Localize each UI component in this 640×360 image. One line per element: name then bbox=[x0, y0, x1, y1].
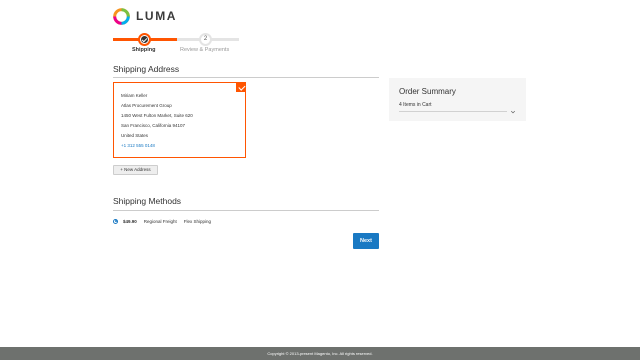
shipping-method-price: $49.90 bbox=[123, 218, 137, 224]
shipping-methods-title: Shipping Methods bbox=[113, 196, 182, 206]
header: LUMA bbox=[113, 6, 177, 26]
shipping-carrier-title: Flex Shipping bbox=[183, 218, 212, 224]
copyright-text: Copyright © 2013-present Magento, Inc. A… bbox=[267, 351, 373, 356]
order-summary-title: Order Summary bbox=[399, 87, 456, 96]
next-button[interactable]: Next bbox=[353, 233, 379, 249]
footer: Copyright © 2013-present Magento, Inc. A… bbox=[0, 347, 640, 360]
check-icon bbox=[236, 82, 246, 92]
new-address-button[interactable]: + New Address bbox=[113, 165, 158, 175]
check-icon bbox=[141, 36, 148, 43]
shipping-address-title: Shipping Address bbox=[113, 64, 180, 74]
address-company: Atlas Procurement Group bbox=[121, 103, 172, 108]
shipping-method-title: Regional Freight bbox=[143, 218, 177, 224]
address-name: Miriam Keller bbox=[121, 93, 148, 98]
step-review-label[interactable]: Review & Payments bbox=[180, 47, 229, 53]
divider bbox=[113, 210, 379, 211]
step-shipping-label: Shipping bbox=[132, 47, 156, 53]
chevron-down-icon[interactable] bbox=[510, 102, 516, 114]
shipping-method-row[interactable]: $49.90 Regional Freight Flex Shipping bbox=[113, 217, 211, 225]
items-in-cart-toggle[interactable]: 4 Items in Cart bbox=[399, 102, 432, 108]
divider bbox=[399, 111, 507, 112]
shipping-method-radio[interactable] bbox=[113, 218, 118, 224]
divider bbox=[113, 77, 379, 78]
checkout-progress: 2 Shipping Review & Payments bbox=[113, 31, 239, 55]
address-phone-link[interactable]: +1 312 555 0148 bbox=[121, 143, 155, 148]
step-review-marker: 2 bbox=[199, 33, 212, 46]
brand-name[interactable]: LUMA bbox=[136, 9, 177, 23]
address-city: San Francisco, California 94107 bbox=[121, 123, 186, 128]
address-country: United States bbox=[121, 133, 149, 138]
luma-logo-icon[interactable] bbox=[113, 7, 130, 25]
order-summary: Order Summary 4 Items in Cart bbox=[389, 78, 526, 121]
address-street: 1450 West Fulton Market, Suite 620 bbox=[121, 113, 193, 118]
step-shipping-marker bbox=[138, 33, 151, 46]
address-card-selected[interactable]: Miriam Keller Atlas Procurement Group 14… bbox=[113, 82, 246, 158]
